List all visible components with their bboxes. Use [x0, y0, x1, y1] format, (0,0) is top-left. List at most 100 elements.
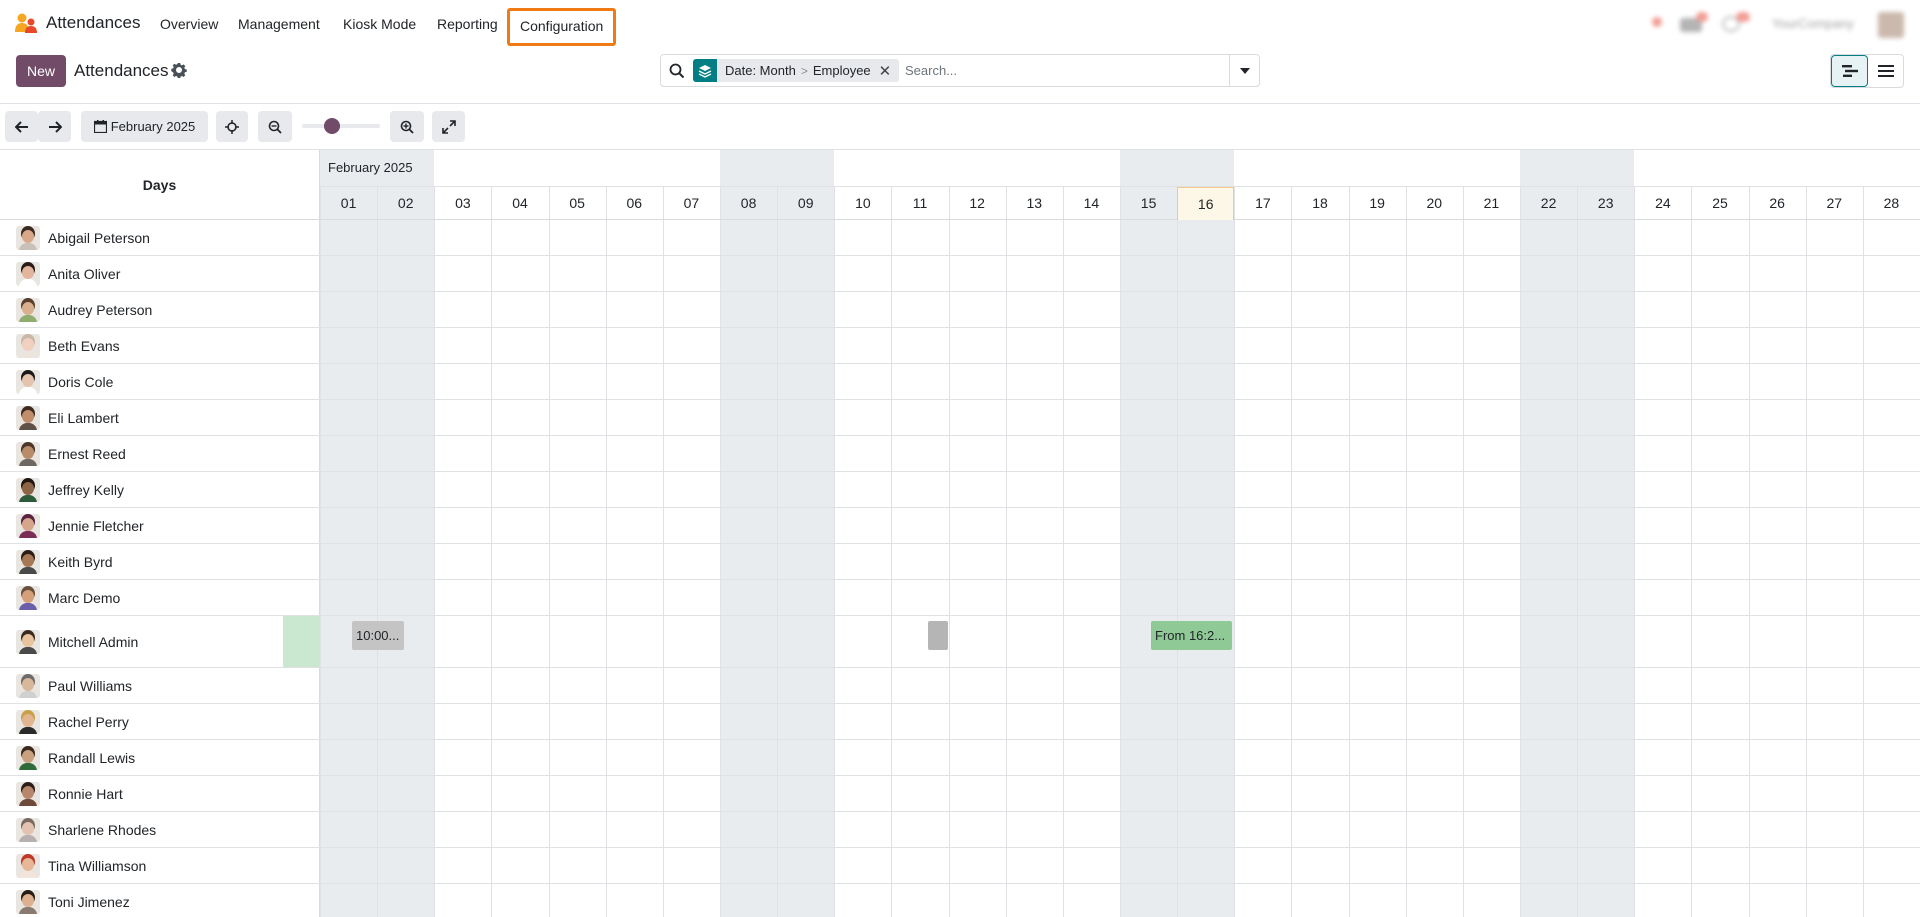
gantt-row[interactable]: Doris Cole: [0, 364, 1920, 400]
focus-today-button[interactable]: [216, 111, 248, 142]
employee-row-label[interactable]: Audrey Peterson: [0, 292, 320, 327]
employee-row-label[interactable]: Keith Byrd: [0, 544, 320, 579]
search-input[interactable]: [905, 59, 1205, 82]
gantt-row[interactable]: Keith Byrd: [0, 544, 1920, 580]
control-panel-divider: [0, 103, 1920, 104]
gantt-row[interactable]: Beth Evans: [0, 328, 1920, 364]
view-switcher: [1830, 54, 1904, 88]
search-options-toggle[interactable]: [1229, 55, 1259, 86]
next-button[interactable]: [38, 111, 71, 142]
employee-row-label[interactable]: Sharlene Rhodes: [0, 812, 320, 847]
caret-down-icon: [1239, 67, 1250, 74]
employee-row-label[interactable]: Marc Demo: [0, 580, 320, 615]
gantt-row[interactable]: Paul Williams: [0, 668, 1920, 704]
zoom-slider-knob[interactable]: [324, 118, 340, 134]
new-button[interactable]: New: [16, 55, 66, 87]
gantt-row[interactable]: Ronnie Hart: [0, 776, 1920, 812]
zoom-out-icon: [268, 120, 282, 134]
gantt-row[interactable]: Sharlene Rhodes: [0, 812, 1920, 848]
list-view-button[interactable]: [1868, 55, 1903, 87]
employee-row-label[interactable]: Ronnie Hart: [0, 776, 320, 811]
employee-row-label[interactable]: Paul Williams: [0, 668, 320, 703]
employee-row-label[interactable]: Rachel Perry: [0, 704, 320, 739]
employee-avatar: [16, 225, 40, 250]
employee-avatar: [16, 513, 40, 538]
gantt-row[interactable]: Audrey Peterson: [0, 292, 1920, 328]
gantt-row[interactable]: Tina Williamson: [0, 848, 1920, 884]
day-header-01: 01: [340, 195, 357, 211]
previous-button[interactable]: [5, 111, 38, 142]
activity-icon[interactable]: [1722, 12, 1752, 36]
fullscreen-button[interactable]: [432, 111, 465, 142]
gantt-row[interactable]: Ernest Reed: [0, 436, 1920, 472]
period-picker-button[interactable]: February 2025: [81, 111, 208, 142]
employee-name: Marc Demo: [48, 589, 121, 606]
day-header-08: 08: [740, 195, 757, 211]
menu-overview[interactable]: Overview: [160, 16, 218, 32]
zoom-slider[interactable]: [302, 118, 380, 134]
gantt-row[interactable]: Rachel Perry: [0, 704, 1920, 740]
arrow-right-icon: [48, 120, 62, 133]
day-header-03: 03: [455, 195, 471, 211]
employee-row-label[interactable]: Toni Jimenez: [0, 884, 320, 917]
employee-avatar: [16, 781, 40, 806]
employee-row-label[interactable]: Beth Evans: [0, 328, 320, 363]
employee-row-label[interactable]: Doris Cole: [0, 364, 320, 399]
employee-avatar: [16, 585, 40, 610]
gantt-view-button[interactable]: [1831, 55, 1868, 87]
menu-kiosk-mode[interactable]: Kiosk Mode: [343, 16, 416, 32]
attendance-pill[interactable]: [928, 621, 949, 650]
user-avatar[interactable]: [1878, 12, 1904, 38]
groupby-facet[interactable]: Date: Month > Employee ✕: [693, 59, 900, 82]
gantt-icon: [1841, 65, 1858, 77]
close-icon[interactable]: ✕: [879, 62, 892, 80]
gantt-row[interactable]: Randall Lewis: [0, 740, 1920, 776]
employee-name: Beth Evans: [48, 337, 120, 354]
employee-row-label[interactable]: Mitchell Admin: [0, 616, 320, 667]
menu-management[interactable]: Management: [238, 16, 320, 32]
gantt-row[interactable]: Mitchell Admin 10:00... From 16:2...: [0, 616, 1920, 668]
attendance-pill[interactable]: From 16:2...: [1151, 621, 1232, 650]
messaging-icon[interactable]: [1680, 12, 1710, 36]
zoom-out-button[interactable]: [258, 111, 292, 142]
gantt-row[interactable]: Jeffrey Kelly: [0, 472, 1920, 508]
employee-avatar: [16, 817, 40, 842]
gantt-row[interactable]: Jennie Fletcher: [0, 508, 1920, 544]
attendance-pill[interactable]: 10:00...: [352, 621, 404, 650]
gantt-row[interactable]: Anita Oliver: [0, 256, 1920, 292]
employee-avatar: [16, 477, 40, 502]
employee-row-label[interactable]: Anita Oliver: [0, 256, 320, 291]
day-header-12: 12: [969, 195, 985, 211]
record-icon[interactable]: [1652, 14, 1664, 28]
employee-row-label[interactable]: Ernest Reed: [0, 436, 320, 471]
company-switcher[interactable]: YourCompany: [1772, 12, 1872, 36]
employee-row-label[interactable]: Jennie Fletcher: [0, 508, 320, 543]
app-name[interactable]: Attendances: [46, 13, 141, 33]
zoom-in-button[interactable]: [390, 111, 424, 142]
attendances-app-logo[interactable]: [14, 12, 38, 34]
day-header-28: 28: [1883, 195, 1900, 211]
employee-row-label[interactable]: Eli Lambert: [0, 400, 320, 435]
day-header-21: 21: [1483, 195, 1500, 211]
day-header-05: 05: [569, 195, 585, 211]
gantt-row[interactable]: Marc Demo: [0, 580, 1920, 616]
gantt-row[interactable]: Toni Jimenez: [0, 884, 1920, 917]
employee-name: Keith Byrd: [48, 553, 113, 570]
day-header-07: 07: [683, 195, 700, 211]
employee-name: Jeffrey Kelly: [48, 481, 124, 498]
gantt-row[interactable]: Abigail Peterson: [0, 220, 1920, 256]
menu-reporting[interactable]: Reporting: [437, 16, 498, 32]
day-header-20: 20: [1426, 195, 1443, 211]
calendar-icon: [93, 120, 107, 133]
attendance-pill[interactable]: [283, 616, 320, 667]
employee-row-label[interactable]: Abigail Peterson: [0, 220, 320, 255]
menu-configuration[interactable]: Configuration: [507, 8, 617, 46]
employee-row-label[interactable]: Tina Williamson: [0, 848, 320, 883]
employee-row-label[interactable]: Jeffrey Kelly: [0, 472, 320, 507]
gear-icon[interactable]: [171, 62, 187, 78]
gantt-row[interactable]: Eli Lambert: [0, 400, 1920, 436]
employee-avatar: [16, 745, 40, 770]
employee-avatar: [16, 629, 40, 654]
employee-row-label[interactable]: Randall Lewis: [0, 740, 320, 775]
day-header-11: 11: [912, 195, 928, 211]
